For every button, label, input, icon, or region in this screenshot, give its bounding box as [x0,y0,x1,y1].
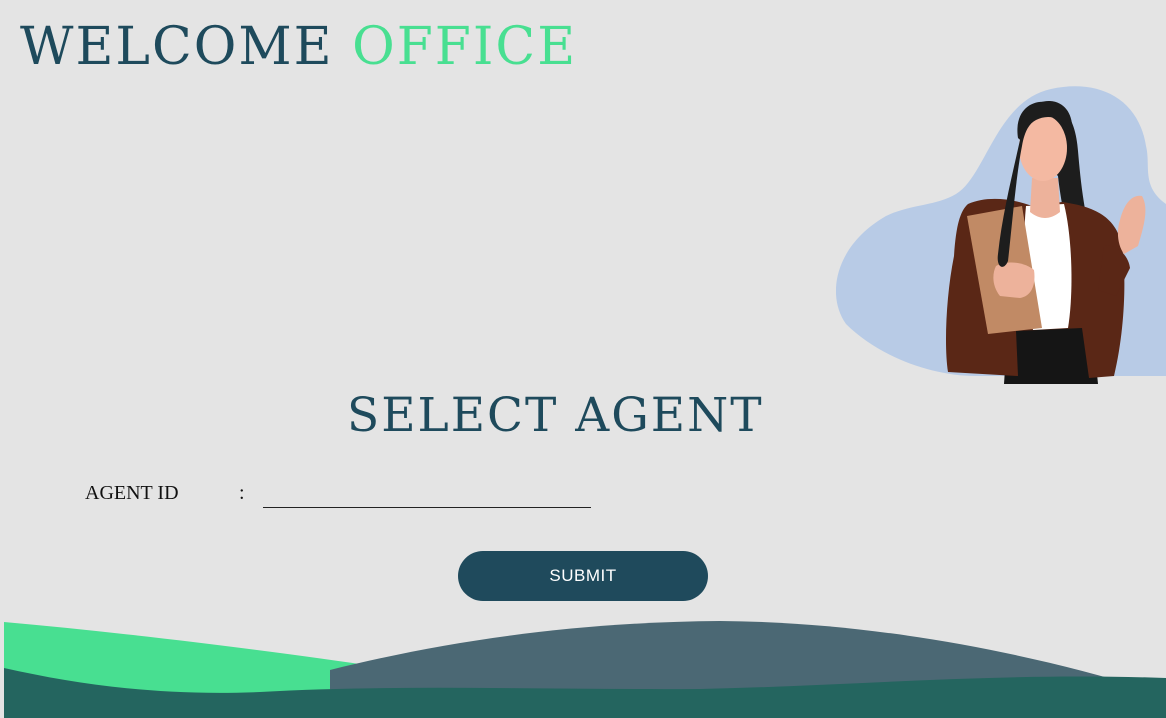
title-welcome: WELCOME [20,17,334,77]
submit-button[interactable]: SUBMIT [458,551,708,601]
select-agent-heading: SELECT AGENT [347,388,764,443]
illustration-neck [1030,178,1060,218]
agent-id-separator: : [239,482,245,504]
page-title: WELCOME OFFICE [20,16,577,78]
illustration-hand [993,262,1035,298]
welcome-office-page: WELCOME OFFICE SELECT AGENT AGENT ID : S… [0,0,1166,718]
footer-waves [4,621,1166,718]
title-office: OFFICE [352,17,578,77]
agent-id-input[interactable] [263,480,591,508]
agent-id-label: AGENT ID [85,482,179,504]
office-woman-illustration [836,86,1166,384]
